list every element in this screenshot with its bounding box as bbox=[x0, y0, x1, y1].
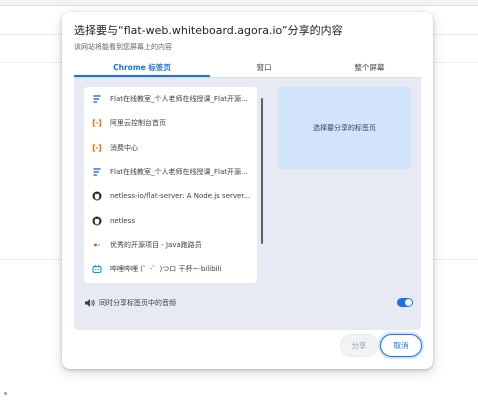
tab-entire-screen[interactable]: 整个屏幕 bbox=[318, 62, 421, 78]
browser-tab-list: Flat在线教室_个人老师在线授课_Flat开源... 阿里云控制台首页 消费中心 F… bbox=[84, 87, 257, 283]
tab-list-item[interactable]: 消费中心 bbox=[84, 136, 257, 160]
tab-list-item-label: 阿里云控制台首页 bbox=[110, 119, 166, 128]
dot-favicon-icon bbox=[92, 240, 102, 250]
bilibili-favicon-icon bbox=[92, 264, 102, 274]
tab-list-item-label: Flat在线教室_个人老师在线授课_Flat开源... bbox=[110, 167, 248, 176]
tab-list-item-label: 消费中心 bbox=[110, 143, 138, 152]
share-button[interactable]: 分享 bbox=[340, 334, 378, 357]
tab-list-item-label: Flat在线教室_个人老师在线授课_Flat开源... bbox=[110, 95, 248, 103]
flat-favicon-icon bbox=[92, 167, 102, 177]
share-audio-toggle[interactable] bbox=[397, 298, 413, 307]
flat-favicon-icon bbox=[92, 94, 102, 104]
cancel-button[interactable]: 取消 bbox=[380, 334, 422, 357]
share-source-tabs: Chrome 标签页 窗口 整个屏幕 bbox=[74, 62, 421, 78]
tab-list-item-label: netless bbox=[110, 216, 136, 225]
share-content-panel: Flat在线教室_个人老师在线授课_Flat开源... 阿里云控制台首页 消费中心 F… bbox=[74, 78, 421, 330]
dialog-title: 选择要与“flat-web.whiteboard.agora.io”分享的内容 bbox=[74, 24, 343, 37]
tab-list-item[interactable]: 优秀的开源项目 - Java跑路员 bbox=[84, 233, 257, 257]
tab-list-item[interactable]: netless bbox=[84, 209, 257, 233]
github-favicon-icon bbox=[92, 191, 102, 201]
github-favicon-icon bbox=[92, 216, 102, 226]
tab-list-item-label: 哔哩哔哩 (゜-゜)つロ 干杯~-bilibili bbox=[110, 265, 222, 274]
tab-list-item[interactable]: Flat在线教室_个人老师在线授课_Flat开源... bbox=[84, 87, 257, 111]
page-bullet bbox=[4, 392, 7, 395]
tab-list-item[interactable]: 哔哩哔哩 (゜-゜)つロ 干杯~-bilibili bbox=[84, 257, 257, 281]
aliyun-favicon-icon bbox=[92, 143, 102, 153]
tab-list-item[interactable]: Flat在线教室_个人老师在线授课_Flat开源... bbox=[84, 160, 257, 184]
dialog-subtitle: 该网站将能看到您屏幕上的内容 bbox=[74, 43, 172, 51]
preview-placeholder-text: 选择要分享的标签页 bbox=[313, 124, 376, 132]
tab-list-item-label: 优秀的开源项目 - Java跑路员 bbox=[110, 240, 202, 249]
share-audio-row: 同时分享标签页中的音频 bbox=[84, 296, 413, 310]
share-screen-dialog: 选择要与“flat-web.whiteboard.agora.io”分享的内容 … bbox=[62, 12, 433, 369]
tab-list-scrollbar[interactable] bbox=[261, 98, 264, 244]
aliyun-favicon-icon bbox=[92, 118, 102, 128]
tab-window[interactable]: 窗口 bbox=[210, 62, 318, 78]
tab-preview-area: 选择要分享的标签页 bbox=[278, 87, 411, 169]
browser-top-bar bbox=[0, 0, 478, 6]
speaker-icon bbox=[85, 299, 95, 307]
tab-list-item-label: netless-io/flat-server: A Node.js server… bbox=[110, 192, 251, 201]
tab-list-item[interactable]: netless-io/flat-server: A Node.js server… bbox=[84, 184, 257, 208]
tab-list-item[interactable]: 阿里云控制台首页 bbox=[84, 111, 257, 135]
scrollbar-thumb[interactable] bbox=[261, 98, 263, 244]
share-audio-label: 同时分享标签页中的音频 bbox=[99, 299, 176, 307]
